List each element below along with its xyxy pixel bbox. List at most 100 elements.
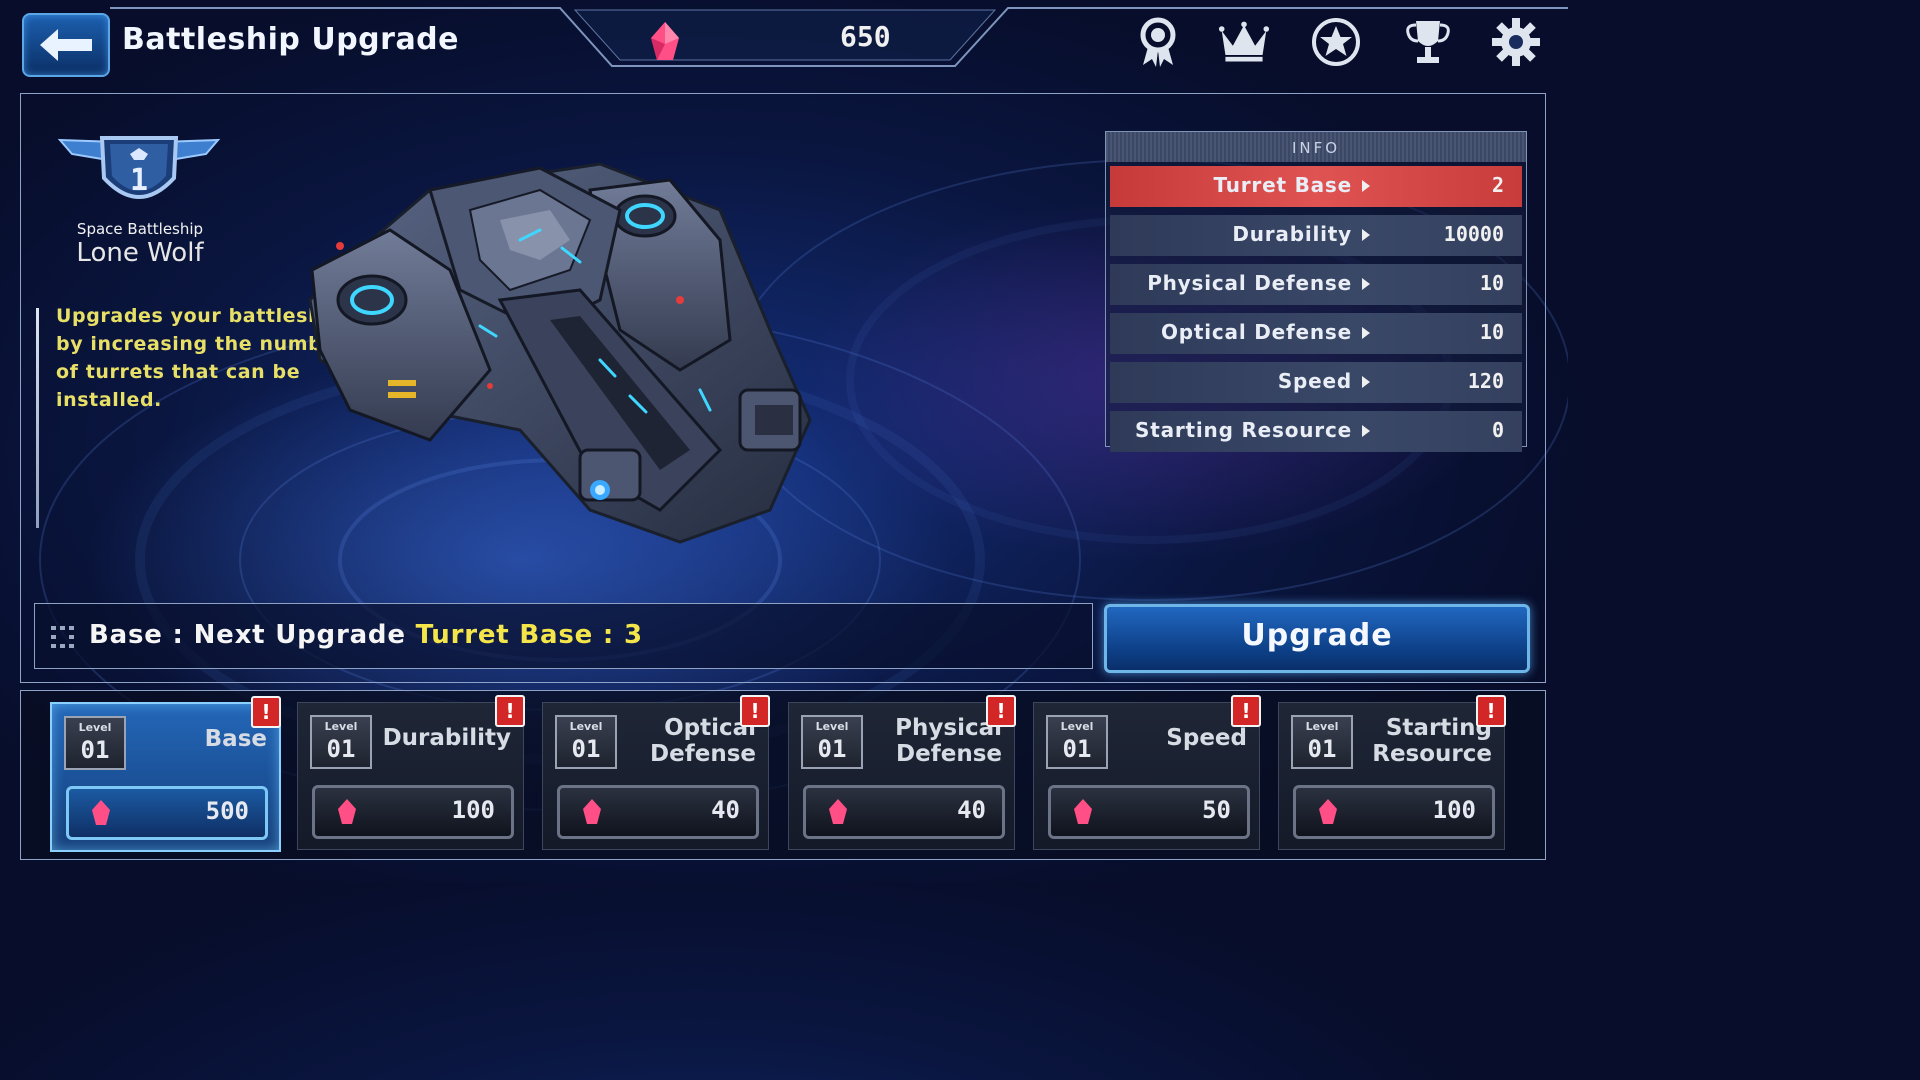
gem-icon xyxy=(1074,799,1092,824)
category-name-line: Defense xyxy=(650,741,756,767)
category-name: Durability xyxy=(382,725,511,751)
info-label: Durability xyxy=(1232,222,1352,246)
settings-button[interactable] xyxy=(1490,16,1542,68)
cost-value: 100 xyxy=(451,796,495,824)
cost-value: 500 xyxy=(205,797,249,825)
ship-name: Lone Wolf xyxy=(76,238,204,268)
category-name-line: Starting xyxy=(1385,715,1492,741)
level-word: Level xyxy=(324,720,358,733)
level-box: Level 01 xyxy=(310,715,372,769)
cost-box: 50 xyxy=(1048,785,1250,839)
cost-box: 40 xyxy=(557,785,759,839)
cost-box: 500 xyxy=(66,786,268,840)
medal-icon xyxy=(1140,17,1176,67)
info-row-optical-defense: Optical Defense 10 xyxy=(1110,313,1522,354)
category-name: Base xyxy=(204,726,267,752)
info-label: Optical Defense xyxy=(1160,320,1352,344)
alert-icon: ! xyxy=(495,695,525,727)
level-box: Level 01 xyxy=(1291,715,1353,769)
category-card-speed[interactable]: Level 01 Speed ! 50 xyxy=(1033,695,1261,850)
cost-value: 50 xyxy=(1202,796,1231,824)
info-label: Speed xyxy=(1277,369,1352,393)
rank-level: 1 xyxy=(130,163,148,198)
level-word: Level xyxy=(815,720,849,733)
alert-icon: ! xyxy=(740,695,770,727)
arrow-left-icon xyxy=(40,29,92,61)
next-upgrade-highlight: Turret Base : 3 xyxy=(415,620,643,650)
level-box: Level 01 xyxy=(555,715,617,769)
next-upgrade-prefix: Base : Next Upgrade xyxy=(89,620,416,650)
info-value: 2 xyxy=(1491,173,1504,197)
level-number: 01 xyxy=(326,735,356,763)
info-row-turret-base: Turret Base 2 xyxy=(1110,166,1522,207)
chevron-right-icon xyxy=(1362,327,1370,339)
alert-icon: ! xyxy=(1231,695,1261,727)
gem-icon xyxy=(829,799,847,824)
rank-badge-icon: 1 xyxy=(58,136,220,199)
chevron-right-icon xyxy=(1362,229,1370,241)
alert-icon: ! xyxy=(986,695,1016,727)
gem-icon xyxy=(1319,799,1337,824)
level-word: Level xyxy=(1305,720,1339,733)
gem-count: 650 xyxy=(840,20,891,53)
info-row-durability: Durability 10000 xyxy=(1110,215,1522,256)
category-card-base[interactable]: Level 01 Base ! 500 xyxy=(50,696,281,852)
back-button[interactable] xyxy=(22,13,110,77)
level-word: Level xyxy=(78,721,112,734)
info-value: 120 xyxy=(1467,369,1504,393)
level-number: 01 xyxy=(80,736,110,764)
info-value: 10000 xyxy=(1443,222,1504,246)
badges-button[interactable] xyxy=(1310,16,1362,68)
achievements-button[interactable] xyxy=(1132,16,1184,68)
trophy-button[interactable] xyxy=(1402,16,1454,68)
info-row-speed: Speed 120 xyxy=(1110,362,1522,403)
level-number: 01 xyxy=(1307,735,1337,763)
chevron-right-icon xyxy=(1362,376,1370,388)
cost-value: 40 xyxy=(957,796,986,824)
info-row-starting-resource: Starting Resource 0 xyxy=(1110,411,1522,452)
category-name-line: Defense xyxy=(896,741,1002,767)
cost-box: 100 xyxy=(1293,785,1495,839)
upgrade-button[interactable]: Upgrade xyxy=(1104,604,1530,673)
level-number: 01 xyxy=(817,735,847,763)
chevron-right-icon xyxy=(1362,180,1370,192)
next-upgrade-text: Base : Next Upgrade Turret Base : 3 xyxy=(89,620,643,650)
crown-icon xyxy=(1218,21,1270,62)
info-label: Physical Defense xyxy=(1147,271,1352,295)
category-card-physical-defense[interactable]: Level 01 Physical Defense ! 40 xyxy=(788,695,1016,850)
category-card-durability[interactable]: Level 01 Durability ! 100 xyxy=(297,695,525,850)
category-card-optical-defense[interactable]: Level 01 Optical Defense ! 40 xyxy=(542,695,770,850)
level-box: Level 01 xyxy=(64,716,126,770)
star-emblem-icon xyxy=(1312,18,1360,66)
alert-icon: ! xyxy=(1476,695,1506,727)
category-name-line: Resource xyxy=(1372,741,1492,767)
level-word: Level xyxy=(569,720,603,733)
chevron-right-icon xyxy=(1362,278,1370,290)
category-name: Speed xyxy=(1166,725,1247,751)
level-number: 01 xyxy=(571,735,601,763)
level-number: 01 xyxy=(1062,735,1092,763)
trophy-icon xyxy=(1406,21,1450,63)
ship-class: Space Battleship xyxy=(76,220,204,238)
next-upgrade-bar: Base : Next Upgrade Turret Base : 3 xyxy=(34,603,1093,669)
info-value: 0 xyxy=(1491,418,1504,442)
info-value: 10 xyxy=(1479,271,1504,295)
gem-icon xyxy=(338,799,356,824)
grid-dots-icon xyxy=(51,626,74,648)
gem-icon xyxy=(583,799,601,824)
info-panel: INFO Turret Base 2 Durability 10000 Phys… xyxy=(1105,131,1527,452)
chevron-right-icon xyxy=(1362,425,1370,437)
gear-icon xyxy=(1492,18,1540,66)
info-header: INFO xyxy=(1106,132,1526,162)
level-box: Level 01 xyxy=(801,715,863,769)
top-bar: Battleship Upgrade 650 xyxy=(0,0,1568,80)
info-row-physical-defense: Physical Defense 10 xyxy=(1110,264,1522,305)
info-label: Turret Base xyxy=(1213,173,1352,197)
alert-icon: ! xyxy=(251,696,281,728)
info-value: 10 xyxy=(1479,320,1504,344)
category-card-starting-resource[interactable]: Level 01 Starting Resource ! 100 xyxy=(1278,695,1506,850)
battleship-illustration xyxy=(308,162,812,544)
cost-box: 40 xyxy=(803,785,1005,839)
ranking-button[interactable] xyxy=(1218,16,1270,68)
cost-value: 100 xyxy=(1432,796,1476,824)
